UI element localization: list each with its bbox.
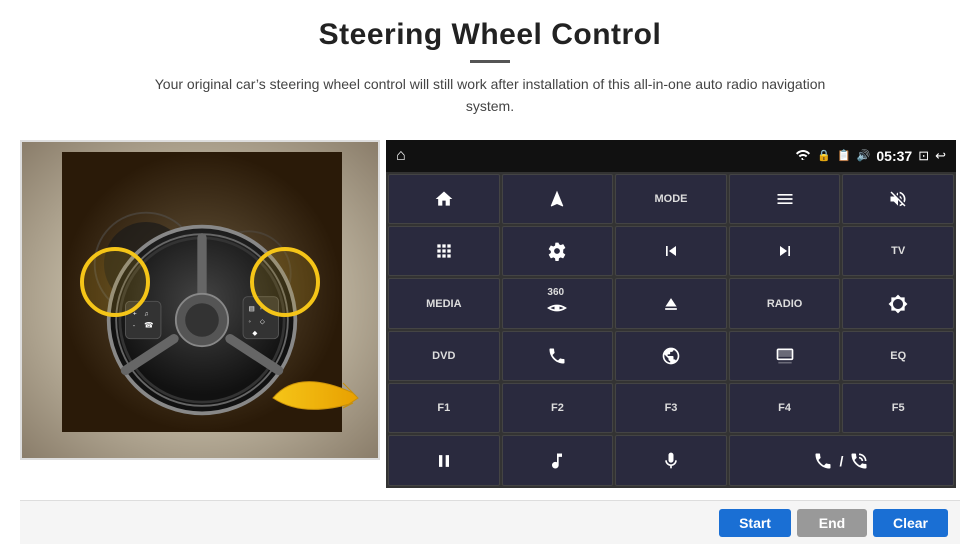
btn-tv[interactable]: TV	[842, 226, 954, 276]
status-time: 05:37	[876, 148, 912, 164]
highlight-left	[80, 247, 150, 317]
status-bar: ⌂ 🔒 📋 🔊 05:37 ⊡ ↩	[386, 140, 956, 172]
btn-f4[interactable]: F4	[729, 383, 841, 433]
car-image: + - ♫ ☎ ▤ ◦ ◦ ◇ ◆	[20, 140, 380, 460]
btn-dvd[interactable]: DVD	[388, 331, 500, 381]
svg-text:▤: ▤	[249, 305, 255, 312]
svg-text:♫: ♫	[144, 311, 148, 317]
status-right: 🔒 📋 🔊 05:37 ⊡ ↩	[795, 148, 946, 164]
action-bar: Start End Clear	[20, 500, 960, 544]
btn-nav[interactable]	[502, 174, 614, 224]
btn-f2[interactable]: F2	[502, 383, 614, 433]
btn-mic[interactable]	[615, 435, 727, 485]
page-title: Steering Wheel Control	[60, 18, 920, 52]
btn-mode[interactable]: MODE	[615, 174, 727, 224]
btn-f3[interactable]: F3	[615, 383, 727, 433]
clear-button[interactable]: Clear	[873, 509, 948, 537]
svg-text:-: -	[133, 322, 135, 329]
btn-call-end[interactable]: /	[729, 435, 954, 485]
btn-settings[interactable]	[502, 226, 614, 276]
btn-eject[interactable]	[615, 278, 727, 328]
arrow	[268, 363, 368, 438]
btn-music[interactable]	[502, 435, 614, 485]
lock-icon: 🔒	[817, 149, 831, 162]
svg-text:☎: ☎	[144, 320, 153, 329]
btn-media[interactable]: MEDIA	[388, 278, 500, 328]
svg-text:◦: ◦	[249, 319, 251, 326]
btn-list[interactable]	[729, 174, 841, 224]
page-header: Steering Wheel Control Your original car…	[0, 0, 980, 128]
page-subtitle: Your original car’s steering wheel contr…	[140, 73, 840, 118]
btn-eq[interactable]: EQ	[842, 331, 954, 381]
title-divider	[470, 60, 510, 63]
btn-brightness[interactable]	[842, 278, 954, 328]
btn-f5[interactable]: F5	[842, 383, 954, 433]
control-panel: ⌂ 🔒 📋 🔊 05:37 ⊡ ↩	[386, 140, 956, 488]
btn-prev[interactable]	[615, 226, 727, 276]
wifi-icon	[795, 148, 811, 163]
btn-play-pause[interactable]	[388, 435, 500, 485]
btn-radio[interactable]: RADIO	[729, 278, 841, 328]
btn-360[interactable]: 360	[502, 278, 614, 328]
btn-apps[interactable]	[388, 226, 500, 276]
page-wrapper: Steering Wheel Control Your original car…	[0, 0, 980, 544]
car-image-bg: + - ♫ ☎ ▤ ◦ ◦ ◇ ◆	[22, 142, 378, 458]
btn-next[interactable]	[729, 226, 841, 276]
status-home-icon: ⌂	[396, 147, 406, 165]
bt-icon: 🔊	[857, 149, 871, 162]
btn-screen[interactable]	[729, 331, 841, 381]
btn-www[interactable]	[615, 331, 727, 381]
screen-icon: ⊡	[918, 148, 929, 164]
content-area: + - ♫ ☎ ▤ ◦ ◦ ◇ ◆	[20, 140, 960, 488]
btn-home[interactable]	[388, 174, 500, 224]
sim-icon: 📋	[837, 149, 851, 162]
btn-f1[interactable]: F1	[388, 383, 500, 433]
end-button[interactable]: End	[797, 509, 867, 537]
back-icon: ↩	[935, 148, 946, 164]
button-grid: MODE	[386, 172, 956, 488]
start-button[interactable]: Start	[719, 509, 791, 537]
btn-vol-mute[interactable]	[842, 174, 954, 224]
highlight-right	[250, 247, 320, 317]
btn-phone[interactable]	[502, 331, 614, 381]
